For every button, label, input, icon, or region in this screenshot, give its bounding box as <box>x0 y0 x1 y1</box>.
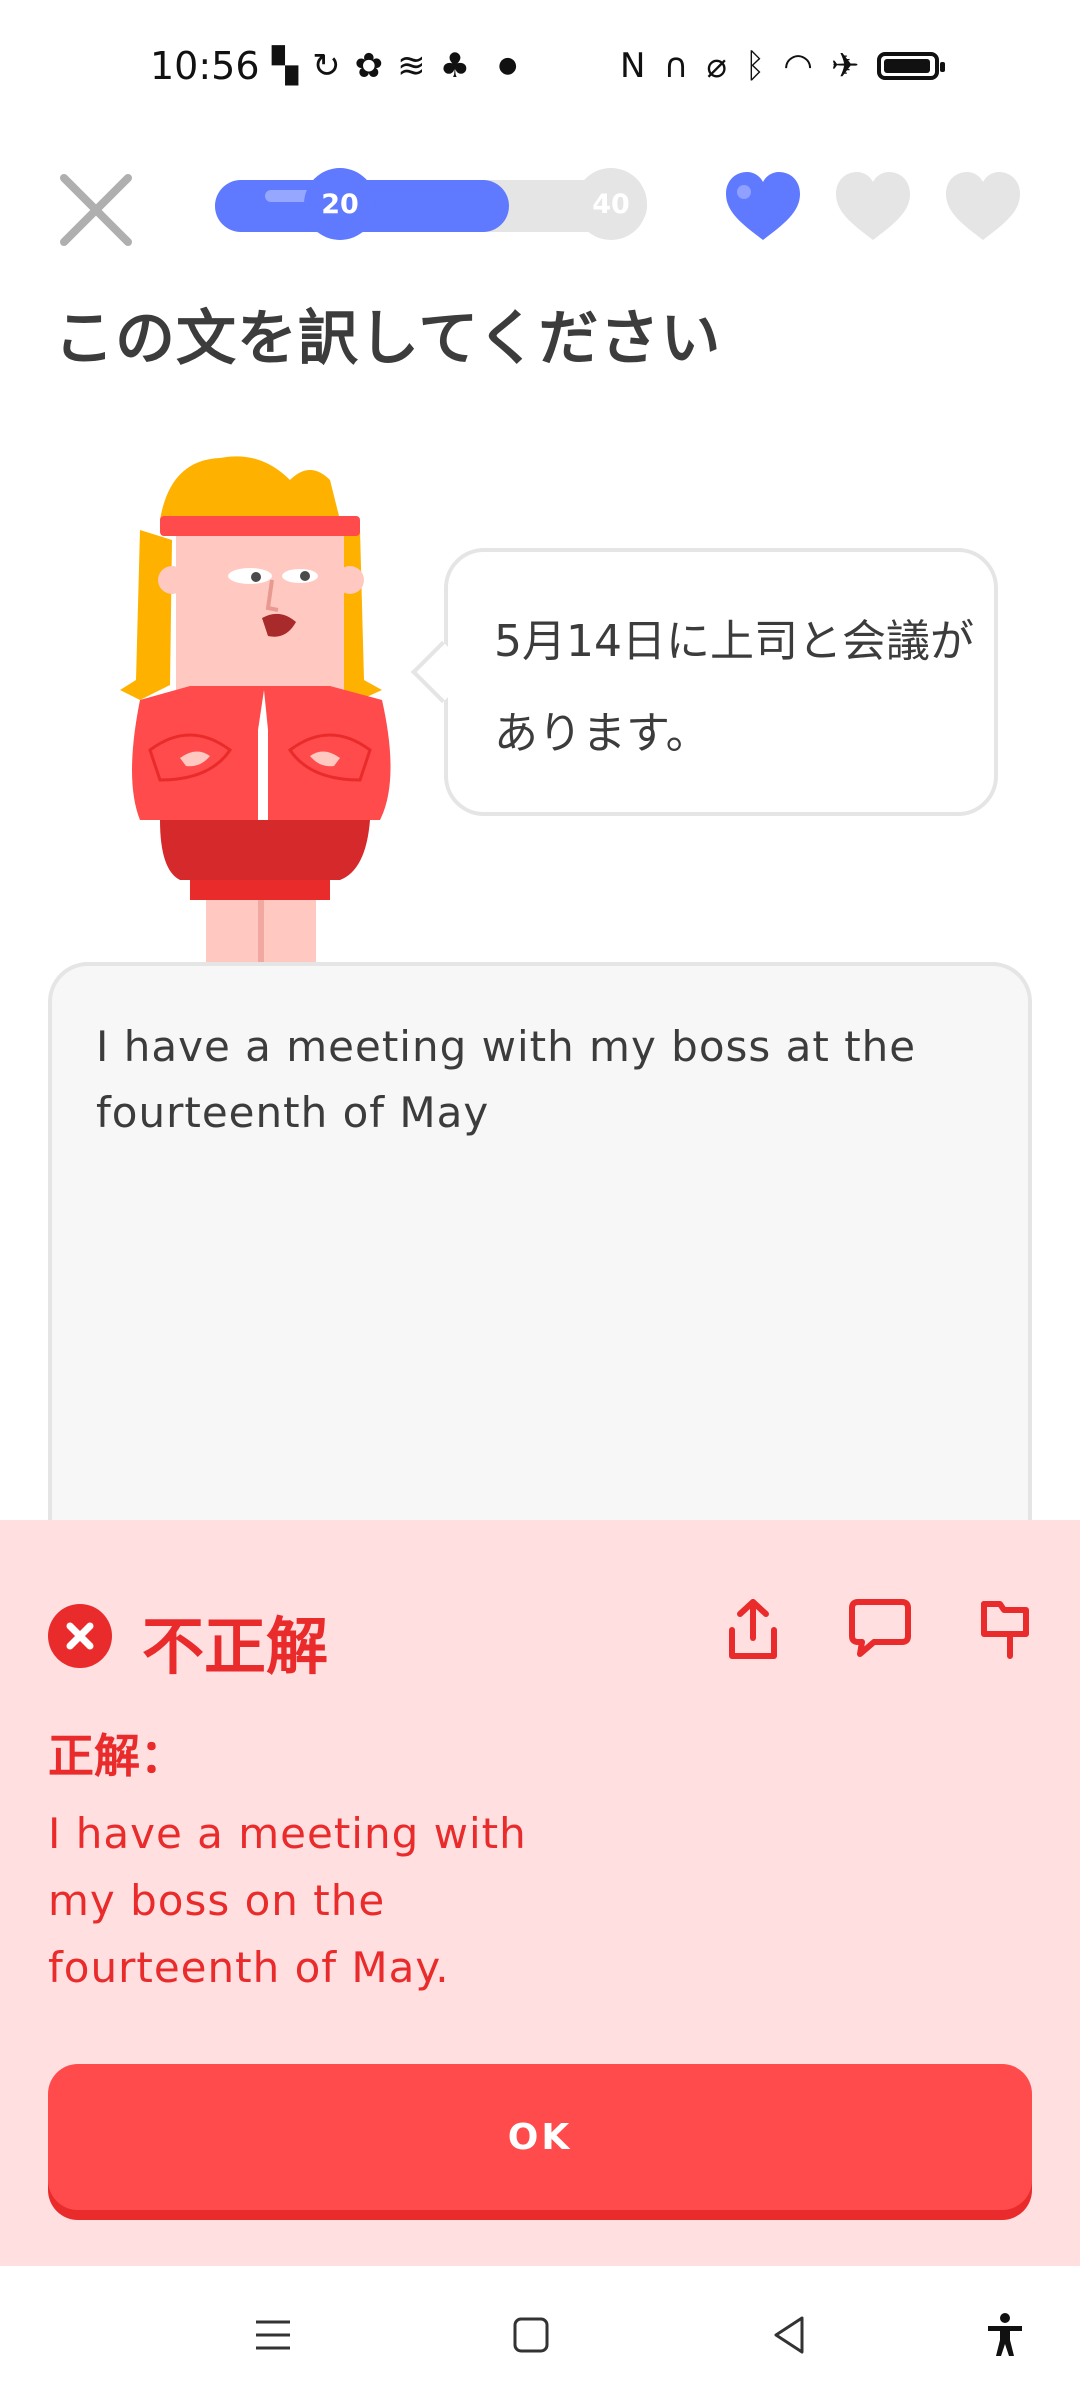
heart-filled-icon <box>726 172 800 240</box>
milestone-20: 20 <box>304 168 376 240</box>
heart-empty-icon <box>836 172 910 240</box>
character-illustration <box>120 456 391 970</box>
battery-icon <box>877 52 946 80</box>
feedback-actions <box>718 1594 1040 1664</box>
accessibility-icon[interactable] <box>980 2310 1030 2360</box>
share-icon[interactable] <box>718 1594 788 1664</box>
status-icons-left: ▚ ↻ ✿ ≋ ♣ ● <box>272 46 517 86</box>
hearts <box>722 168 1024 244</box>
flag-icon[interactable] <box>970 1594 1040 1664</box>
heart-empty-icon <box>946 172 1020 240</box>
leaf-icon: ♣ <box>439 46 471 86</box>
wifi-icon: ◠ <box>783 46 813 86</box>
close-icon[interactable] <box>56 170 136 250</box>
system-nav-bar <box>0 2266 1080 2400</box>
milestone-40: 40 <box>575 168 647 240</box>
comment-icon[interactable] <box>844 1594 914 1664</box>
back-icon[interactable] <box>764 2310 814 2360</box>
speech-bubble: 5月14日に上司と会議があります。 <box>410 548 998 816</box>
correct-answer: I have a meeting with my boss on the fou… <box>48 1809 527 1992</box>
status-bar: 10:56 ▚ ↻ ✿ ≋ ♣ ● N ∩ ⌀ ᛒ ◠ ✈ <box>0 0 1080 140</box>
nfc-icon: N <box>620 46 646 86</box>
ok-button[interactable]: OK <box>48 2064 1032 2210</box>
answer-value: I have a meeting with my boss at the fou… <box>96 1022 917 1137</box>
sync-icon: ↻ <box>312 46 341 86</box>
prompt-sentence: 5月14日に上司と会議があります。 <box>494 616 974 759</box>
feedback-panel: 不正解 正解： I have a meeting with my boss on… <box>0 1520 1080 2266</box>
app-icon: ✿ <box>354 46 384 86</box>
status-icons-right: N ∩ ⌀ ᛒ ◠ ✈ <box>620 46 946 86</box>
app-notification-icon: ▚ <box>272 46 299 86</box>
mute-icon: ⌀ <box>706 46 727 86</box>
airplane-icon: ✈ <box>830 46 860 86</box>
feedback-status: 不正解 <box>142 1610 329 1683</box>
correct-answer-label: 正解： <box>48 1729 186 1783</box>
headphones-icon: ∩ <box>663 46 689 86</box>
incorrect-icon <box>48 1604 112 1668</box>
dot-icon: ● <box>498 53 518 78</box>
status-time: 10:56 <box>150 44 260 88</box>
menu-icon[interactable] <box>248 2310 298 2360</box>
signal-app-icon: ≋ <box>397 46 426 86</box>
page-title: この文を訳してください <box>54 304 722 374</box>
lesson-progress-bar: 20 40 <box>215 168 647 240</box>
bluetooth-icon: ᛒ <box>744 46 766 86</box>
home-icon[interactable] <box>506 2310 556 2360</box>
